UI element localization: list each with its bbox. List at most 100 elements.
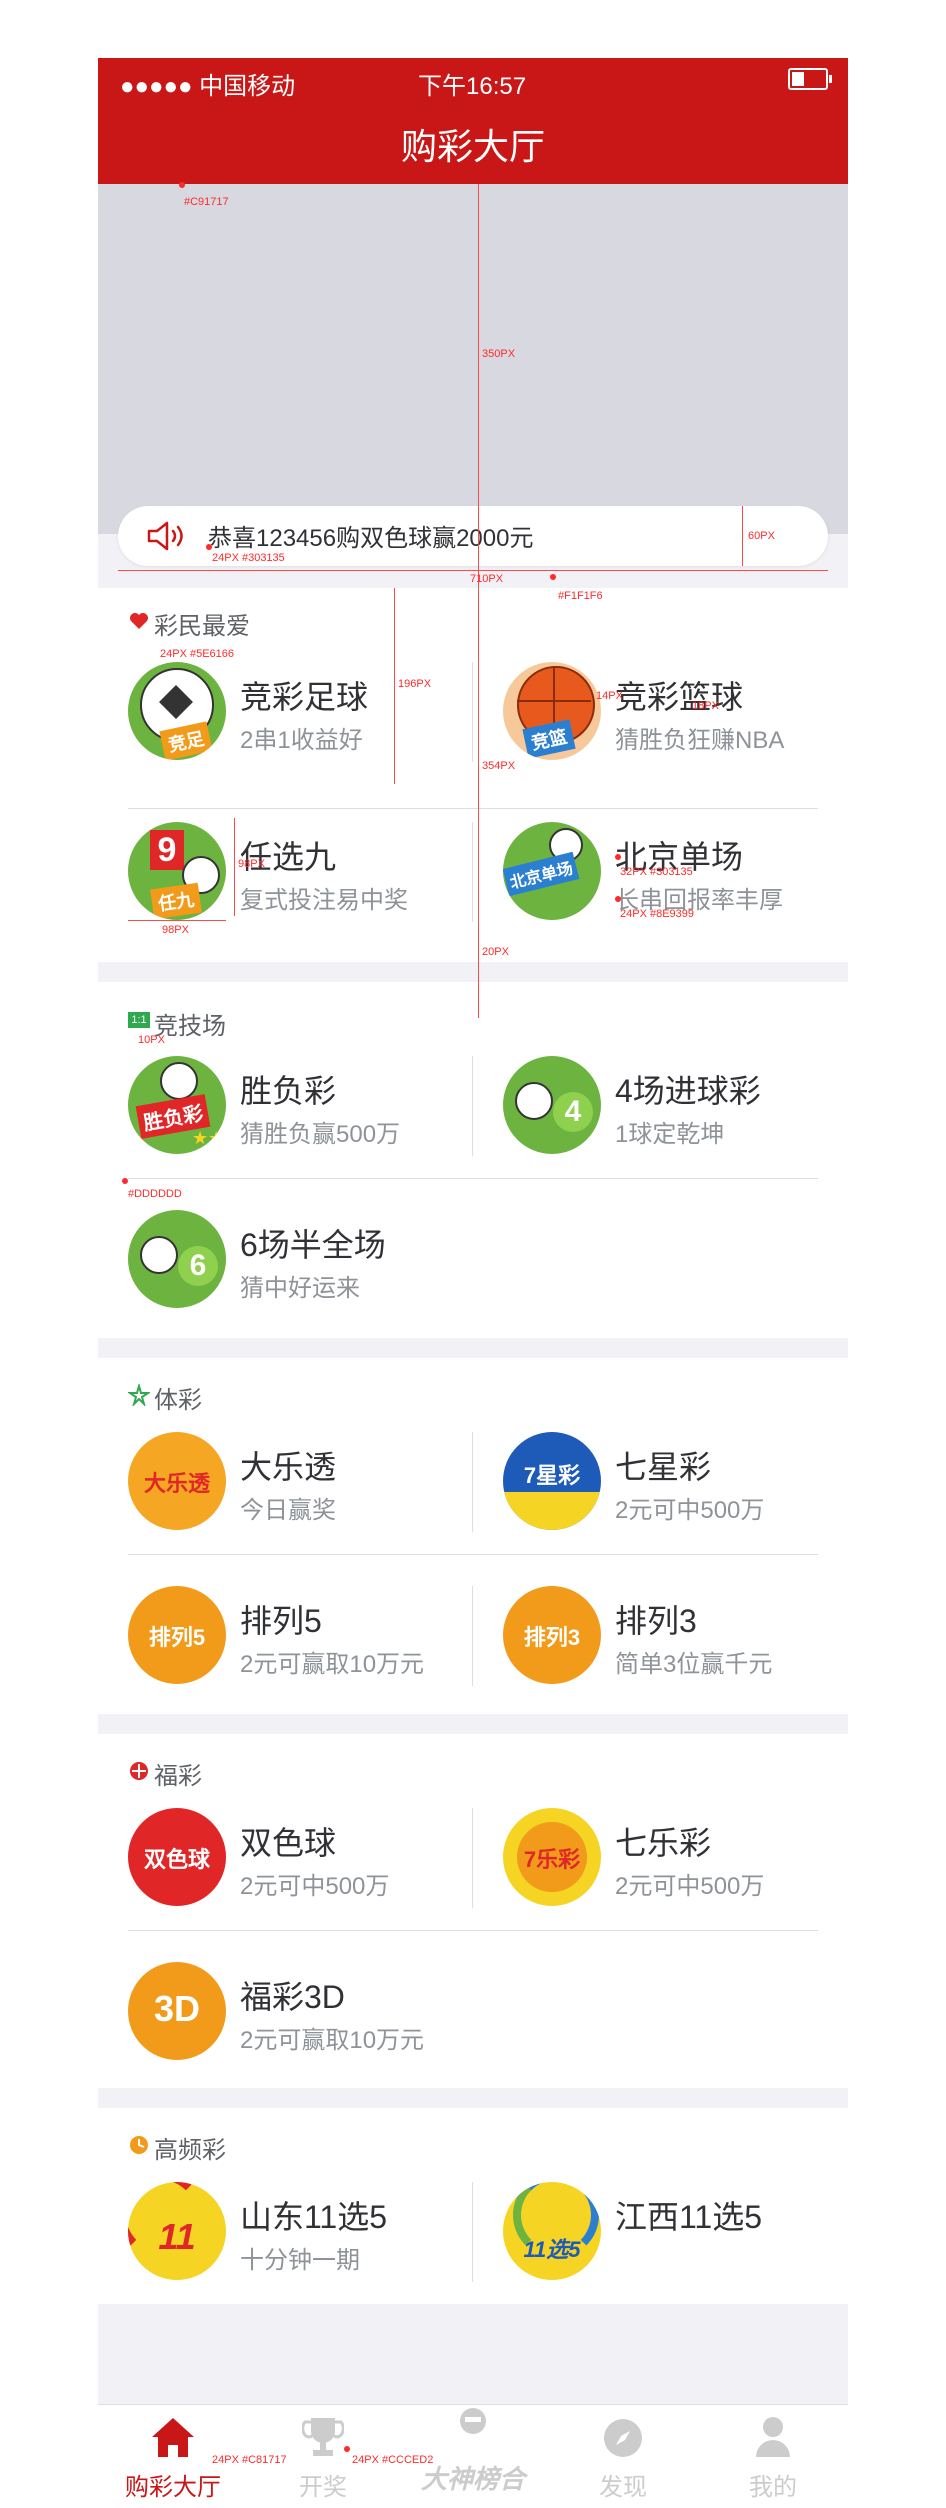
divider: [472, 662, 473, 762]
banner-image[interactable]: [98, 184, 848, 534]
annotation-label: #DDDDDD: [128, 1188, 182, 1200]
annotation-label: 18PX: [692, 700, 719, 712]
pl3-logo: 排列3: [503, 1586, 601, 1684]
lottery-item-qlc[interactable]: 7乐彩 七乐彩 2元可中500万: [473, 1778, 848, 1938]
measure-line: [742, 506, 743, 566]
annotation-label: #C91717: [184, 196, 229, 208]
lottery-desc: 1球定乾坤: [615, 1121, 725, 1148]
compass-icon: [604, 2419, 642, 2457]
tab-profile[interactable]: 我的: [698, 2405, 848, 2508]
lottery-desc: 2元可赢取10万元: [240, 1651, 425, 1678]
lottery-item-jczq[interactable]: 竞足 竞彩足球 2串1收益好: [98, 632, 473, 792]
measure-line: [128, 920, 226, 921]
divider: [472, 822, 473, 922]
lottery-name: 七星彩: [615, 1449, 712, 1485]
annotation-marker: [206, 544, 212, 550]
annotation-label: 60PX: [748, 530, 775, 542]
lottery-item-6bqc[interactable]: 6 6场半全场 猜中好运来: [98, 1180, 473, 1340]
battery-icon: [788, 68, 832, 90]
lottery-desc: 2元可中500万: [240, 1873, 390, 1900]
lottery-name: 排列5: [240, 1603, 322, 1639]
r9-logo: 9 任九: [128, 822, 226, 920]
user-icon: [756, 2417, 790, 2457]
section-arena: 1:1 竞技场 胜负彩 ★★ 胜负彩 猜胜负赢500万 4 4场进球彩 1球定乾…: [98, 982, 848, 1338]
divider: [472, 1432, 473, 1532]
home-icon: [152, 2418, 194, 2457]
tab-label: 发现: [599, 2474, 647, 2501]
lottery-item-pl3[interactable]: 排列3 排列3 简单3位赢千元: [473, 1556, 848, 1716]
annotation-marker: [615, 854, 621, 860]
lottery-name: 山东11选5: [240, 2199, 388, 2235]
lottery-name: 大乐透: [240, 1449, 337, 1485]
lottery-item-fc3d[interactable]: 3D 福彩3D 2元可赢取10万元: [98, 1932, 473, 2092]
lottery-desc: 2元可中500万: [615, 1873, 765, 1900]
lottery-name: 排列3: [615, 1603, 697, 1639]
annotation-label: 32PX #303135: [620, 866, 693, 878]
sd11x5-logo: 11: [128, 2182, 226, 2280]
ssq-logo: 双色球: [128, 1808, 226, 1906]
lottery-desc: 复式投注易中奖: [240, 887, 408, 914]
lottery-name: 福彩3D: [240, 1979, 345, 2015]
annotation-marker: [344, 2446, 350, 2452]
lottery-desc: 2串1收益好: [240, 727, 363, 754]
lottery-item-jclq[interactable]: 竞篮 竞彩篮球 猜胜负狂赚NBA: [473, 632, 848, 792]
lottery-name: 胜负彩: [240, 1073, 337, 1109]
annotation-label: 24PX #5E6166: [160, 648, 235, 660]
notice-text: 恭喜123456购双色球赢2000元: [208, 525, 534, 552]
lottery-desc: 简单3位赢千元: [615, 1651, 773, 1678]
lottery-item-sfc[interactable]: 胜负彩 ★★ 胜负彩 猜胜负赢500万: [98, 1026, 473, 1186]
lottery-desc: 今日赢奖: [240, 1497, 336, 1524]
tab-label: 我的: [749, 2474, 797, 2501]
basketball-logo: 竞篮: [503, 662, 601, 760]
lottery-desc: 2元可中500万: [615, 1497, 765, 1524]
header: ●●●●● 中国移动 下午16:57 购彩大厅: [98, 58, 848, 184]
annotation-label: 354PX: [482, 760, 516, 772]
lottery-item-qxc[interactable]: 7星彩 七星彩 2元可中500万: [473, 1402, 848, 1562]
lottery-item-sd11x5[interactable]: 11 山东11选5 十分钟一期: [98, 2152, 473, 2312]
annotation-label: 24PX #8E9399: [620, 908, 695, 920]
4jq-logo: 4: [503, 1056, 601, 1154]
lottery-item-jx11x5[interactable]: 11选5 江西11选5: [473, 2152, 848, 2312]
section-welfare-lottery: 福彩 双色球 双色球 2元可中500万 7乐彩 七乐彩 2元可中500万 3D …: [98, 1734, 848, 2088]
section-high-frequency: 高频彩 11 山东11选5 十分钟一期 11选5 江西11选5: [98, 2108, 848, 2304]
status-time: 下午16:57: [418, 73, 527, 100]
divider: [472, 1808, 473, 1908]
annotation-label: 350PX: [482, 348, 516, 360]
lottery-item-pl5[interactable]: 排列5 排列5 2元可赢取10万元: [98, 1556, 473, 1716]
lottery-name: 双色球: [240, 1825, 337, 1861]
lottery-item-dlt[interactable]: 大乐透 大乐透 今日赢奖: [98, 1402, 473, 1562]
qlc-logo: 7乐彩: [503, 1808, 601, 1906]
bjdc-logo: 北京单场: [503, 822, 601, 920]
lottery-name: 竞彩足球: [240, 679, 369, 715]
lottery-name: 任选九: [240, 839, 337, 875]
lottery-item-ssq[interactable]: 双色球 双色球 2元可中500万: [98, 1778, 473, 1938]
6bqc-logo: 6: [128, 1210, 226, 1308]
fc3d-logo: 3D: [128, 1962, 226, 2060]
annotation-label: 710PX: [470, 573, 504, 585]
carrier-label: ●●●●● 中国移动: [120, 73, 296, 100]
annotation-label: 10PX: [138, 1034, 165, 1046]
lottery-name: 七乐彩: [615, 1825, 712, 1861]
annotation-marker: [179, 182, 185, 188]
annotation-label: 24PX #CCCED2: [352, 2454, 434, 2466]
divider: [128, 1930, 818, 1931]
lottery-desc: 猜中好运来: [240, 1275, 360, 1302]
annotation-label: 24PX #C81717: [212, 2454, 287, 2466]
lottery-item-r9[interactable]: 9 任九 任选九 复式投注易中奖: [98, 792, 473, 952]
lottery-item-4jq[interactable]: 4 4场进球彩 1球定乾坤: [473, 1026, 848, 1186]
page-title: 购彩大厅: [400, 126, 545, 167]
section-sports-lottery: 体彩 大乐透 大乐透 今日赢奖 7星彩 七星彩 2元可中500万 排列5 排列5…: [98, 1358, 848, 1714]
tab-discover[interactable]: 发现: [548, 2405, 698, 2508]
soccer-logo: 竞足: [128, 662, 226, 760]
pl5-logo: 排列5: [128, 1586, 226, 1684]
tab-bar: 购彩大厅 开奖 大神榜合 发现 我的: [98, 2404, 848, 2508]
measure-line: [118, 570, 828, 571]
lottery-name: 竞彩篮球: [615, 679, 744, 715]
lottery-name: 4场进球彩: [615, 1073, 761, 1109]
lottery-desc: 猜胜负赢500万: [240, 1121, 401, 1148]
lottery-desc: 2元可赢取10万元: [240, 2027, 425, 2054]
trophy-icon: [302, 2418, 344, 2456]
app-screen: ●●●●● 中国移动 下午16:57 购彩大厅 恭喜123456购双色球赢200…: [98, 58, 848, 2508]
annotation-marker: [615, 896, 621, 902]
measure-line: [394, 588, 395, 784]
